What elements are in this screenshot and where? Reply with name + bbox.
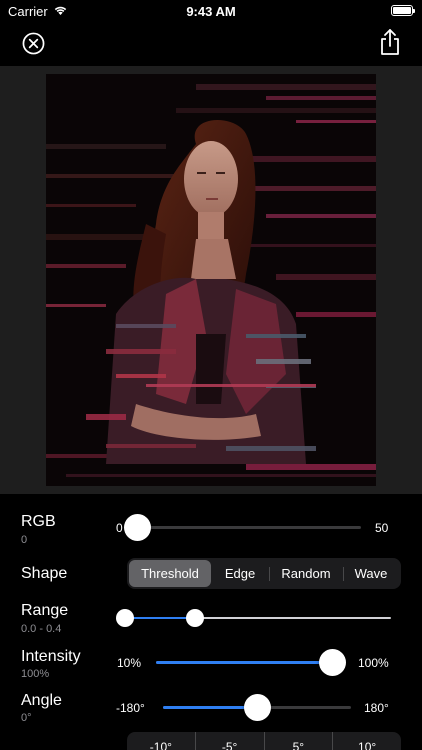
angle-min-label: -180° [116, 701, 145, 715]
rgb-slider-track[interactable] [137, 526, 361, 529]
intensity-value: 100% [21, 668, 50, 680]
status-bar: Carrier 9:43 AM [0, 0, 422, 24]
angle-slider-fill [163, 706, 257, 709]
battery-icon [391, 5, 415, 16]
angle-preset-option[interactable]: 10° [333, 732, 401, 750]
shape-label: Shape [21, 565, 68, 582]
angle-preset-control: -10° -5° 5° 10° [127, 732, 401, 750]
shape-option-wave[interactable]: Wave [343, 560, 399, 587]
shape-segmented-control: Threshold Edge Random Wave [127, 558, 401, 589]
rgb-min-label: 0 [116, 521, 123, 535]
intensity-min-label: 10% [117, 656, 142, 670]
glitched-portrait-image [46, 74, 376, 486]
rgb-value: 0 [21, 534, 28, 546]
close-circle-icon[interactable] [22, 32, 45, 55]
status-time: 9:43 AM [186, 4, 236, 19]
intensity-label: Intensity [21, 648, 81, 665]
range-slider-fill [125, 617, 196, 619]
rgb-max-label: 50 [375, 521, 389, 535]
controls-panel: RGB 0 0 50 Shape Threshold Edge Random W… [0, 494, 422, 750]
angle-label: Angle [21, 692, 62, 709]
intensity-slider-fill [156, 661, 332, 664]
rgb-label: RGB [21, 513, 56, 530]
range-high-thumb[interactable] [186, 609, 205, 627]
range-label: Range [21, 602, 69, 619]
angle-slider-thumb[interactable] [243, 694, 271, 721]
angle-preset-option[interactable]: 5° [265, 732, 334, 750]
angle-value: 0° [21, 712, 32, 724]
shape-option-random[interactable]: Random [270, 560, 343, 587]
image-preview-area [0, 66, 422, 494]
share-icon[interactable] [379, 28, 401, 56]
intensity-slider-thumb[interactable] [318, 649, 346, 676]
range-value: 0.0 - 0.4 [21, 623, 62, 635]
rgb-slider-thumb[interactable] [123, 514, 151, 541]
intensity-max-label: 100% [358, 656, 389, 670]
angle-max-label: 180° [364, 701, 389, 715]
angle-preset-option[interactable]: -5° [196, 732, 265, 750]
range-low-thumb[interactable] [116, 609, 134, 627]
angle-preset-option[interactable]: -10° [127, 732, 196, 750]
shape-option-threshold[interactable]: Threshold [129, 560, 211, 587]
shape-option-edge[interactable]: Edge [211, 560, 269, 587]
